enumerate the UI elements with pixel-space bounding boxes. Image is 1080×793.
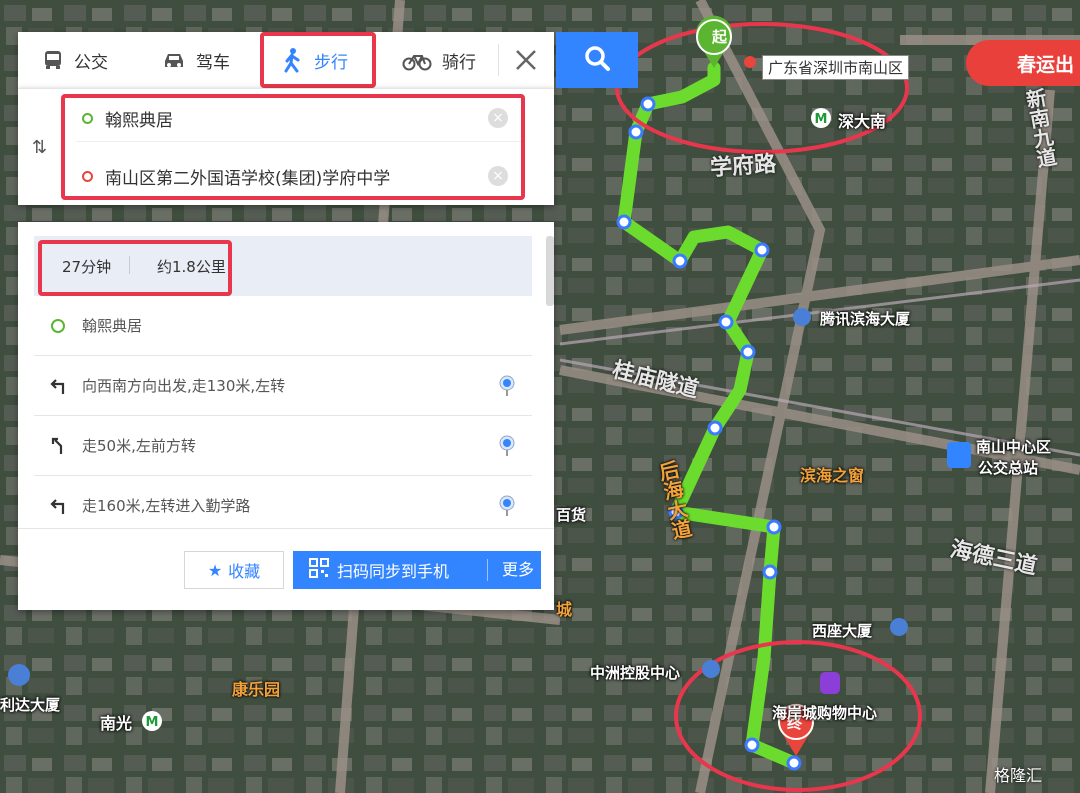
start-dot-icon: [34, 318, 82, 333]
map-label-baihuo: 百货: [556, 506, 587, 524]
step-2[interactable]: 走50米,左前方转: [34, 416, 532, 476]
turn-left-icon: [34, 497, 82, 515]
walk-tab-highlight: [260, 32, 376, 88]
map-label-xizuo: 西座大厦: [812, 622, 873, 640]
step-text: 向西南方向出发,走130米,左转: [82, 377, 286, 395]
building-icon-zhongzhou: [702, 660, 720, 678]
step-text: 走50米,左前方转: [82, 437, 196, 455]
map-label-cheng: 城: [556, 600, 573, 619]
summary-highlight: [38, 240, 232, 296]
map-label-nanguang: 南光: [100, 714, 133, 733]
building-icon: [793, 308, 811, 326]
map-label-nanshan-bus: 南山中心区: [976, 438, 1052, 456]
close-icon[interactable]: [512, 46, 540, 74]
tab-bike-label: 骑行: [442, 52, 476, 73]
swap-icon[interactable]: ⇅: [32, 137, 47, 158]
step-start[interactable]: 翰熙典居: [34, 296, 532, 356]
building-icon-lida: [8, 664, 30, 686]
tab-bike[interactable]: 骑行: [402, 32, 476, 88]
svg-text:M: M: [815, 112, 828, 127]
map-label-nanshan-bus2: 公交总站: [978, 459, 1039, 477]
tab-bus[interactable]: 公交: [42, 32, 108, 88]
bike-icon: [402, 49, 432, 71]
more-button[interactable]: 更多: [487, 559, 534, 581]
bus-station-icon: [947, 442, 971, 468]
search-button[interactable]: [556, 32, 638, 88]
map-label-mall: 海岸城购物中心: [772, 704, 878, 722]
map-label-tencent: 腾讯滨海大厦: [820, 310, 911, 328]
search-icon: [583, 44, 611, 76]
result-footer: ★ 收藏 扫码同步到手机 更多: [18, 528, 554, 611]
qr-code-icon: [309, 558, 329, 582]
address-pin-icon: [744, 56, 756, 68]
step-3[interactable]: 走160米,左转进入勤学路: [34, 476, 532, 535]
map-label-lida: 利达大厦: [0, 696, 61, 714]
star-icon: ★: [207, 560, 223, 580]
favorite-label: 收藏: [228, 562, 261, 581]
scrollbar[interactable]: [546, 236, 554, 306]
step-text: 走160米,左转进入勤学路: [82, 497, 251, 515]
car-icon: [162, 49, 186, 71]
start-marker-label: 起: [712, 28, 728, 46]
sync-to-phone-button[interactable]: 扫码同步到手机: [293, 558, 487, 582]
map-label-xuefu-road: 学府路: [709, 151, 777, 182]
tab-divider: [498, 44, 499, 76]
sync-label: 扫码同步到手机: [337, 562, 450, 581]
svg-text:M: M: [146, 715, 159, 730]
tab-drive[interactable]: 驾车: [162, 32, 230, 88]
sync-button-group: 扫码同步到手机 更多: [293, 551, 541, 589]
bus-icon: [42, 49, 64, 71]
step-1[interactable]: 向西南方向出发,走130米,左转: [34, 356, 532, 416]
locate-pin-icon[interactable]: [492, 375, 522, 397]
shopping-icon: [820, 672, 840, 694]
locate-pin-icon[interactable]: [492, 435, 522, 457]
turn-left-icon: [34, 377, 82, 395]
favorite-button[interactable]: ★ 收藏: [184, 551, 284, 589]
address-popup[interactable]: 广东省深圳市南山区: [762, 55, 910, 80]
building-icon-xizuo: [890, 618, 908, 636]
route-input-highlight: [61, 94, 525, 200]
map-label-zhongzhou: 中洲控股中心: [590, 664, 681, 682]
bear-left-icon: [34, 437, 82, 455]
tab-bus-label: 公交: [74, 52, 108, 73]
spring-festival-banner[interactable]: 春运出: [966, 40, 1080, 86]
locate-pin-icon[interactable]: [492, 495, 522, 517]
tab-drive-label: 驾车: [196, 52, 230, 73]
map-label-kangle: 康乐园: [232, 680, 281, 699]
map-label-shenda: 深大南: [838, 112, 887, 131]
map-label-binhai-window: 滨海之窗: [800, 466, 865, 485]
watermark: 格隆汇: [994, 766, 1043, 785]
step-text: 翰熙典居: [82, 317, 143, 335]
